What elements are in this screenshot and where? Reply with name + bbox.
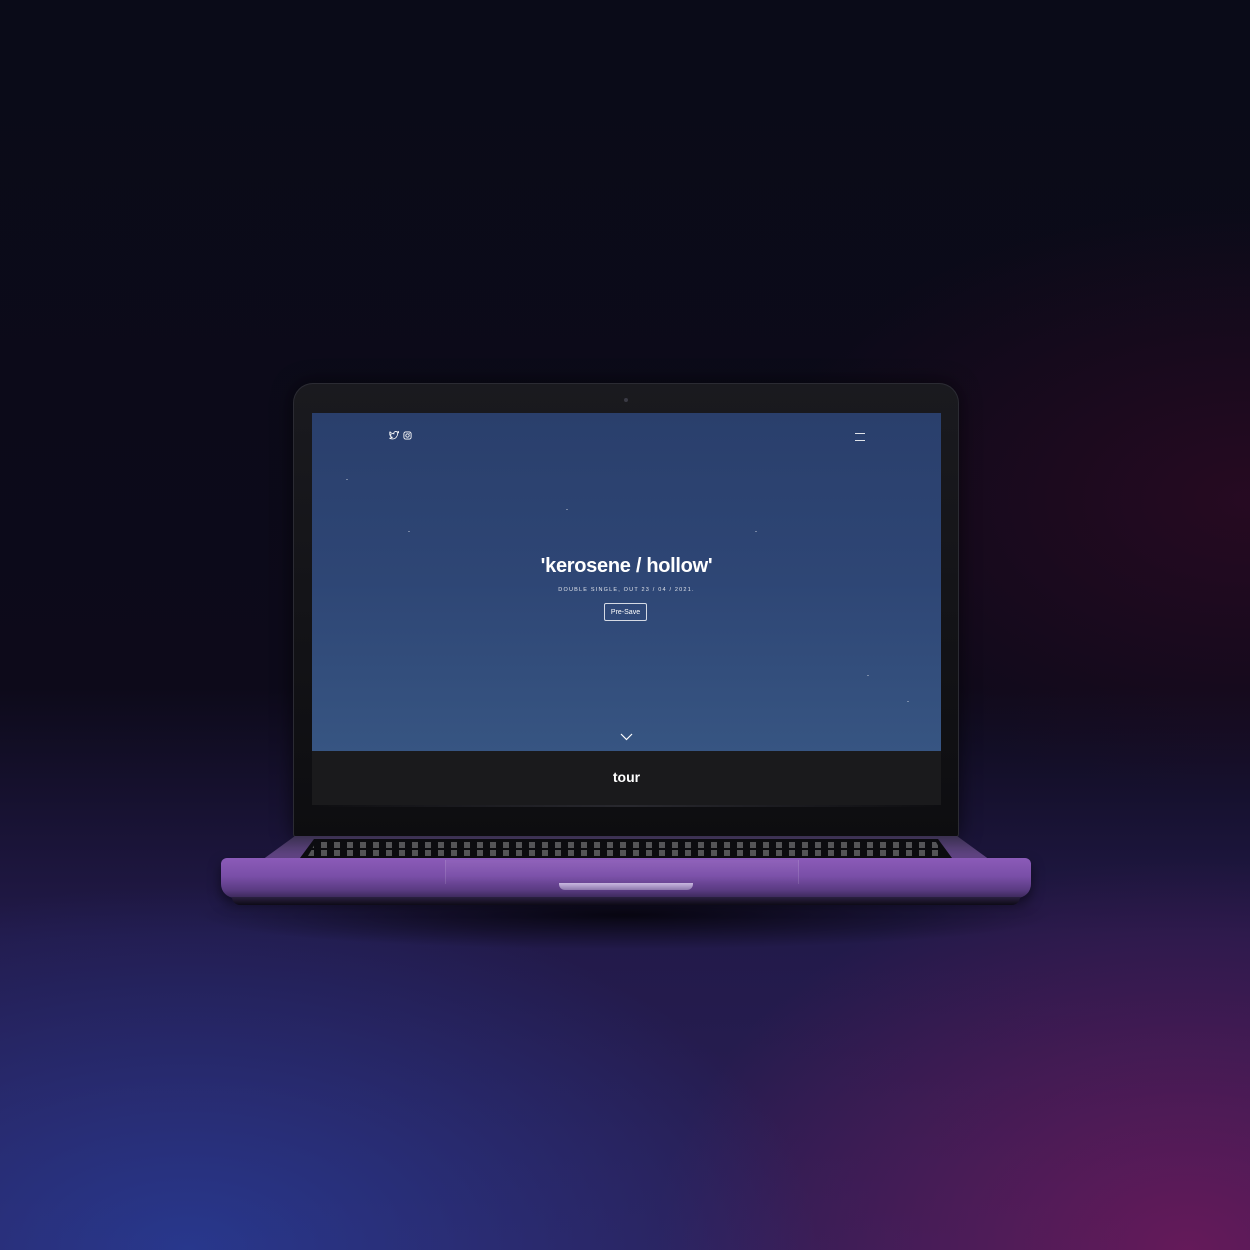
section-heading: tour <box>612 769 641 785</box>
instagram-icon[interactable] <box>403 431 412 440</box>
twitter-icon[interactable] <box>389 431 399 440</box>
laptop-base-edge <box>232 897 1020 905</box>
star-speck <box>907 701 909 702</box>
screen-bezel-bottom <box>312 805 941 807</box>
laptop-screen: 'kerosene / hollow' DOUBLE SINGLE, OUT 2… <box>312 413 941 805</box>
webcam <box>624 398 628 402</box>
hero-title: 'kerosene / hollow' <box>540 555 713 577</box>
chevron-down-icon[interactable] <box>620 728 633 746</box>
trackpad <box>445 860 799 884</box>
pre-save-button[interactable]: Pre-Save <box>604 603 647 621</box>
star-speck <box>408 531 410 532</box>
hero-section: 'kerosene / hollow' DOUBLE SINGLE, OUT 2… <box>312 413 941 751</box>
menu-line <box>855 440 865 441</box>
hero-subtitle: DOUBLE SINGLE, OUT 23 / 04 / 2021. <box>558 587 695 593</box>
lid-notch <box>559 883 693 890</box>
hamburger-menu-icon[interactable] <box>855 433 865 441</box>
star-speck <box>867 675 869 676</box>
star-speck <box>346 479 348 480</box>
menu-line <box>855 433 865 434</box>
tour-section: tour <box>312 751 941 805</box>
star-speck <box>755 531 757 532</box>
social-links <box>389 431 412 440</box>
laptop-base <box>221 858 1031 898</box>
star-speck <box>566 509 568 510</box>
laptop-lid: 'kerosene / hollow' DOUBLE SINGLE, OUT 2… <box>293 383 959 838</box>
keyboard-row-gap <box>310 848 942 850</box>
